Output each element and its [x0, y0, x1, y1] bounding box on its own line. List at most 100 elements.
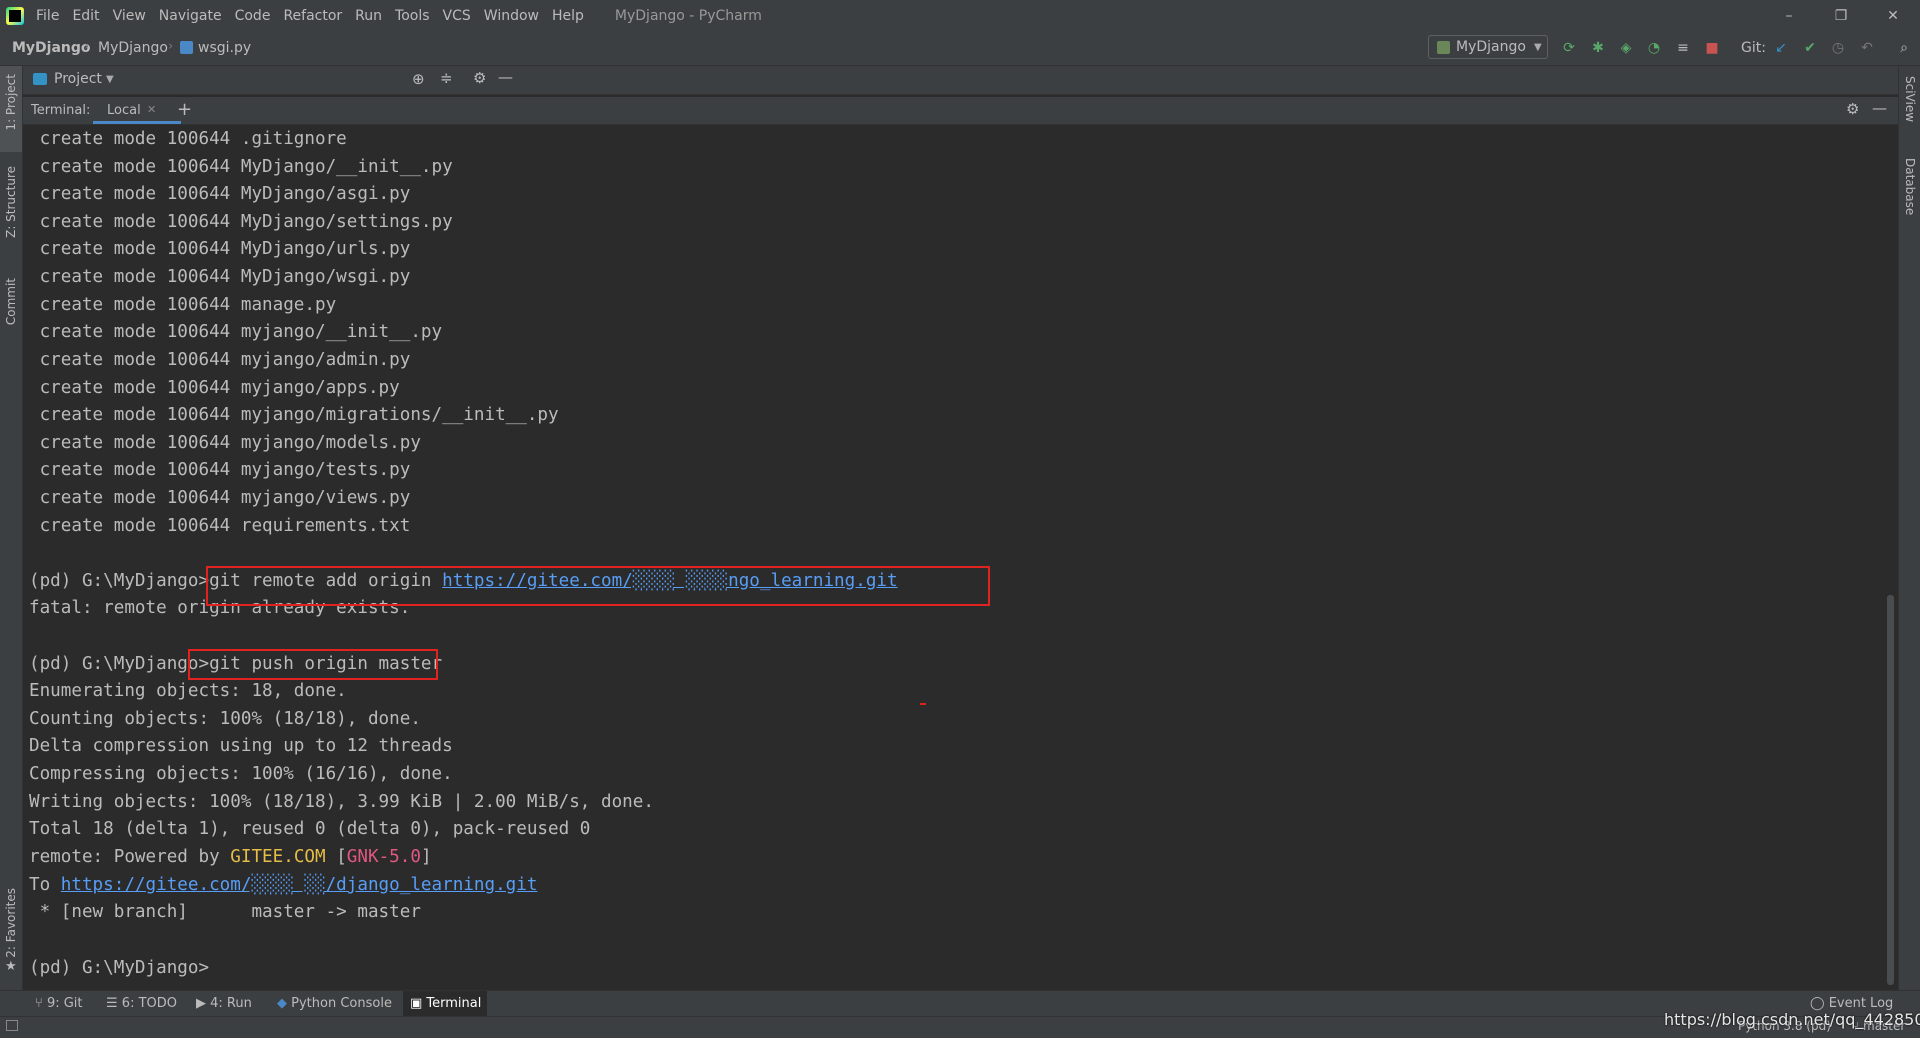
terminal-line: Total 18 (delta 1), reused 0 (delta 0), … [29, 819, 591, 839]
chevron-down-icon[interactable]: ▼ [106, 74, 114, 85]
run-icon[interactable]: ⟳ [1560, 39, 1578, 57]
menu-window[interactable]: Window [484, 8, 539, 24]
minimize-button[interactable]: – [1766, 0, 1812, 31]
terminal-tab-local[interactable]: Local ✕ [93, 97, 181, 124]
terminal-output[interactable]: create mode 100644 .gitignore create mod… [23, 125, 1889, 990]
terminal-line: Compressing objects: 100% (16/16), done. [29, 764, 453, 784]
menu-edit[interactable]: Edit [72, 8, 99, 24]
terminal-line: create mode 100644 myjango/migrations/__… [29, 405, 559, 425]
breadcrumb-file[interactable]: wsgi.py [198, 40, 251, 56]
hide-panel-icon[interactable]: — [498, 68, 513, 86]
menu-code[interactable]: Code [235, 8, 271, 24]
terminal-tab-bar: Terminal: Local ✕ + ⚙ — [23, 97, 1898, 125]
terminal-final-prompt[interactable]: (pd) G:\MyDjango> [29, 954, 209, 982]
menu-help[interactable]: Help [552, 8, 584, 24]
terminal-settings-gear-icon[interactable]: ⚙ [1846, 100, 1859, 118]
tool-tab-todo-label: 6: TODO [121, 996, 177, 1011]
menu-tools[interactable]: Tools [395, 8, 430, 24]
bottom-tool-bar: ⑂ 9: Git ☰ 6: TODO ▶ 4: Run ◆ Python Con… [0, 990, 1920, 1017]
left-tool-stripe: 1: Project Z: Structure Commit 2: Favori… [0, 66, 23, 990]
new-terminal-tab-button[interactable]: + [177, 99, 192, 120]
pycharm-logo-icon [6, 6, 24, 25]
chevron-down-icon: ▼ [1533, 41, 1542, 53]
highlight-box-push [188, 649, 438, 680]
editor-area-header [548, 66, 1898, 95]
profile-icon[interactable]: ◔ [1645, 39, 1663, 57]
close-tab-icon[interactable]: ✕ [147, 103, 156, 116]
push-url-link[interactable]: https://gitee.com/░░░░ ░░/django_learnin… [61, 875, 538, 895]
menu-navigate[interactable]: Navigate [159, 8, 222, 24]
terminal-line: Enumerating objects: 18, done. [29, 681, 347, 701]
terminal-line-remote: remote: Powered by GITEE.COM [GNK-5.0] [29, 843, 432, 871]
terminal-line: create mode 100644 MyDjango/__init__.py [29, 157, 453, 177]
collapse-all-icon[interactable]: ≑ [440, 69, 453, 87]
project-panel-title[interactable]: Project [54, 71, 102, 87]
menu-vcs[interactable]: VCS [443, 8, 471, 24]
toggle-tool-windows-icon[interactable] [6, 1020, 18, 1031]
tool-tab-project[interactable]: 1: Project [4, 74, 18, 131]
breadcrumb-separator-icon: › [168, 39, 174, 54]
breadcrumb-folder[interactable]: MyDjango [98, 40, 168, 56]
shell-prompt: (pd) G:\MyDjango> [29, 571, 210, 591]
python-console-icon: ◆ [277, 996, 292, 1011]
concurrency-icon[interactable]: ≡ [1674, 39, 1692, 57]
terminal-line: create mode 100644 MyDjango/wsgi.py [29, 267, 411, 287]
terminal-line: create mode 100644 myjango/__init__.py [29, 322, 443, 342]
highlight-box-remote-add [206, 566, 990, 606]
terminal-line: * [new branch] master -> master [29, 902, 421, 922]
terminal-line: create mode 100644 myjango/tests.py [29, 460, 411, 480]
restore-button[interactable]: ❐ [1818, 0, 1864, 31]
todo-list-icon: ☰ [106, 996, 122, 1011]
coverage-icon[interactable]: ◈ [1617, 39, 1635, 57]
terminal-line: Counting objects: 100% (18/18), done. [29, 709, 421, 729]
git-label: Git: [1741, 40, 1766, 56]
run-configuration-select[interactable]: MyDjango ▼ [1428, 35, 1548, 59]
terminal-scrollbar[interactable] [1887, 595, 1894, 985]
tool-tab-commit[interactable]: Commit [4, 278, 18, 325]
tool-tab-run-label: 4: Run [210, 996, 252, 1011]
terminal-tab-label: Local [107, 103, 141, 118]
terminal-icon: ▣ [410, 996, 427, 1011]
tool-tab-run[interactable]: ▶ 4: Run [196, 996, 252, 1011]
settings-gear-icon[interactable]: ⚙ [473, 69, 486, 87]
bracket-close: ] [420, 847, 432, 867]
navigation-bar: MyDjango › MyDjango › wsgi.py MyDjango ▼… [0, 31, 1920, 66]
hide-terminal-icon[interactable]: — [1872, 99, 1887, 117]
project-panel-header: Project ▼ ⊕ ≑ ⚙ — [23, 66, 548, 95]
search-everywhere-icon[interactable]: ⌕ [1895, 39, 1913, 57]
close-button[interactable]: ✕ [1870, 0, 1916, 31]
tool-tab-git[interactable]: ⑂ 9: Git [35, 996, 83, 1011]
git-history-icon[interactable]: ◷ [1829, 39, 1847, 57]
menu-run[interactable]: Run [355, 8, 382, 24]
breadcrumb-project[interactable]: MyDjango [12, 40, 91, 56]
tool-tab-terminal[interactable]: ▣ Terminal [410, 996, 481, 1011]
remote-prefix: remote: Powered by [29, 847, 231, 867]
tool-tab-todo[interactable]: ☰ 6: TODO [106, 996, 177, 1011]
terminal-label: Terminal: [31, 103, 91, 118]
menu-refactor[interactable]: Refactor [283, 8, 342, 24]
tool-tab-python-console[interactable]: ◆ Python Console [277, 996, 392, 1011]
tool-tab-sciview[interactable]: SciView [1903, 76, 1917, 122]
stop-icon[interactable]: ■ [1703, 39, 1721, 57]
breadcrumb-separator-icon: › [84, 39, 90, 54]
tool-tab-event-log[interactable]: ◯ Event Log [1810, 996, 1893, 1011]
tool-tab-database[interactable]: Database [1903, 158, 1917, 215]
git-commit-icon[interactable]: ✔ [1801, 39, 1819, 57]
git-rollback-icon[interactable]: ↶ [1858, 39, 1876, 57]
git-update-icon[interactable]: ↙ [1772, 39, 1790, 57]
terminal-line: create mode 100644 myjango/admin.py [29, 350, 411, 370]
debug-icon[interactable]: ✱ [1589, 39, 1607, 57]
python-file-icon [180, 41, 193, 54]
terminal-line: create mode 100644 MyDjango/urls.py [29, 239, 411, 259]
bracket-open: [ [325, 847, 347, 867]
tool-tab-favorites[interactable]: 2: Favorites [4, 888, 18, 958]
tool-tab-structure[interactable]: Z: Structure [4, 166, 18, 238]
menu-file[interactable]: File [36, 8, 59, 24]
terminal-line: create mode 100644 MyDjango/asgi.py [29, 184, 411, 204]
to-prefix: To [29, 875, 61, 895]
locate-icon[interactable]: ⊕ [412, 70, 425, 88]
terminal-line: create mode 100644 myjango/views.py [29, 488, 411, 508]
terminal-line: Writing objects: 100% (18/18), 3.99 KiB … [29, 792, 654, 812]
menu-view[interactable]: View [113, 8, 146, 24]
project-view-icon [33, 73, 47, 85]
